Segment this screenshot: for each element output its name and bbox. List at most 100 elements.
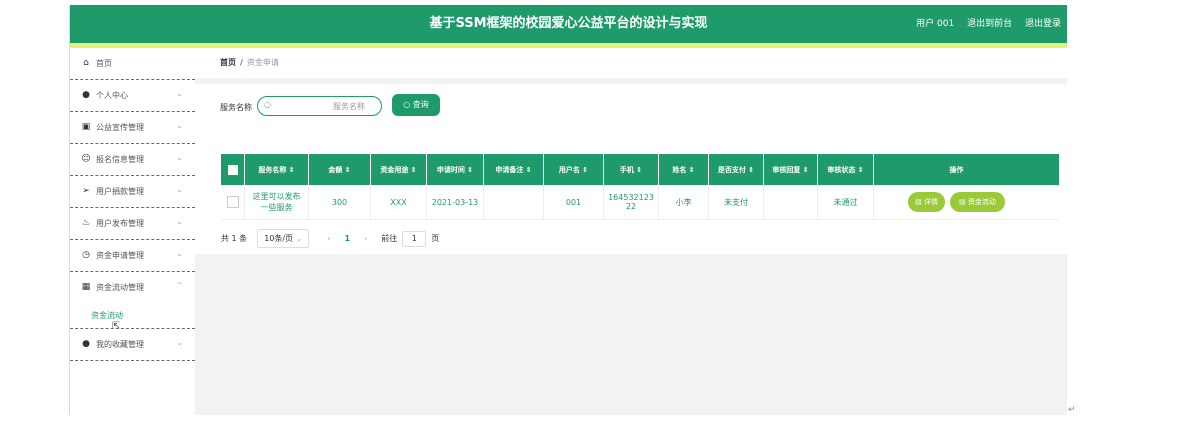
clock-icon: ◷ [82, 250, 90, 260]
detail-button-label: 详情 [924, 198, 938, 206]
cell-paid: 未支付 [709, 185, 764, 219]
logout-link[interactable]: 退出登录 [1025, 19, 1061, 29]
back-to-front-link[interactable]: 退出到前台 [967, 19, 1012, 29]
fund-flow-button[interactable]: ▤ 资金流动 [950, 192, 1005, 212]
chevron-down-icon: ⌄ [295, 234, 303, 243]
sidebar-item-fund-application[interactable]: ◷ 资金申请管理 ⌄ [70, 240, 195, 272]
sidebar-item-home[interactable]: ⌂ 首页 [70, 48, 195, 80]
chevron-down-icon: ⌄ [176, 217, 183, 226]
search-icon: ○ [264, 100, 271, 109]
chevron-down-icon: ⌄ [176, 153, 183, 162]
cell-reply [764, 185, 818, 219]
search-icon: ○ [403, 100, 413, 109]
search-label: 服务名称 [220, 103, 252, 112]
next-page-icon[interactable]: › [364, 234, 367, 243]
page-size-value: 10条/页 [264, 234, 294, 243]
column-header[interactable]: 审核状态 ⇕ [818, 154, 874, 185]
cell-amount: 300 [309, 185, 371, 219]
page-unit-label: 页 [431, 234, 440, 243]
column-header[interactable]: 申请备注 ⇕ [484, 154, 544, 185]
sidebar-subitem-fund-flow[interactable]: 资金流动 [70, 303, 195, 329]
breadcrumb: 首页 / 资金申请 [195, 48, 1067, 78]
sidebar-item-label: 报名信息管理 [96, 155, 144, 164]
mouse-cursor-icon: ⇱ [112, 321, 121, 332]
cell-actions: ▤ 详情 ▤ 资金流动 [874, 185, 1039, 219]
row-checkbox[interactable] [226, 196, 239, 208]
cell-status: 未通过 [818, 185, 874, 219]
content-panel: 服务名称 ○ 服务名称 ○ 查询 服务名称 ⇕ 金额 ⇕ 资金用途 ⇕ 申请时间… [195, 84, 1067, 254]
sidebar-item-label: 个人中心 [96, 91, 128, 100]
current-page-number[interactable]: 1 [345, 234, 351, 243]
sidebar-item-label: 用户发布管理 [96, 219, 144, 228]
chevron-down-icon: ⌄ [176, 249, 183, 258]
column-header[interactable]: 用户名 ⇕ [544, 154, 604, 185]
pagination: 共 1 条 10条/页 ⌄ ‹ 1 › 前往 1 页 [221, 229, 439, 248]
sidebar-item-label: 公益宣传管理 [96, 123, 144, 132]
cell-phone: 16453212322 [604, 185, 659, 219]
column-header[interactable]: 姓名 ⇕ [659, 154, 709, 185]
column-header[interactable]: 是否支付 ⇕ [709, 154, 764, 185]
column-header: 操作 [949, 165, 964, 174]
column-header[interactable]: 服务名称 ⇕ [245, 154, 309, 185]
select-all-checkbox[interactable] [227, 164, 238, 175]
sidebar-item-my-favorites[interactable]: ● 我的收藏管理 ⌄ [70, 329, 195, 361]
column-header[interactable]: 申请时间 ⇕ [427, 154, 484, 185]
top-header: 基于SSM框架的校园爱心公益平台的设计与实现 用户 001 退出到前台 退出登录 [70, 5, 1067, 43]
sidebar-item-user-publish[interactable]: ♨ 用户发布管理 ⌄ [70, 208, 195, 240]
cell-remark [484, 185, 544, 219]
cell-date: 2021-03-13 [427, 185, 484, 219]
sidebar-item-user-donation[interactable]: ➢ 用户捐款管理 ⌄ [70, 176, 195, 208]
search-button-label: 查询 [412, 100, 429, 109]
smile-icon: ☺ [81, 154, 91, 164]
header-actions: 用户 001 退出到前台 退出登录 [906, 5, 1061, 43]
pagination-total: 共 1 条 [221, 234, 248, 243]
search-button[interactable]: ○ 查询 [392, 94, 440, 116]
column-header[interactable]: 手机 ⇕ [604, 154, 659, 185]
ticket-icon: ▦ [81, 282, 91, 292]
table-header: 服务名称 ⇕ 金额 ⇕ 资金用途 ⇕ 申请时间 ⇕ 申请备注 ⇕ 用户名 ⇕ 手… [221, 154, 1059, 185]
sidebar-item-signup-info[interactable]: ☺ 报名信息管理 ⌄ [70, 144, 195, 176]
breadcrumb-separator: / [240, 58, 243, 67]
sidebar-item-charity-promo[interactable]: ▣ 公益宣传管理 ⌄ [70, 112, 195, 144]
sidebar-item-label: 资金流动管理 [96, 283, 144, 292]
sidebar-item-personal-center[interactable]: ● 个人中心 ⌄ [70, 80, 195, 112]
chevron-down-icon: ⌄ [176, 89, 183, 98]
page-size-select[interactable]: 10条/页 ⌄ [257, 229, 310, 248]
column-header[interactable]: 审核回复 ⇕ [764, 154, 818, 185]
row-checkbox-cell[interactable] [221, 185, 245, 219]
data-table: 服务名称 ⇕ 金额 ⇕ 资金用途 ⇕ 申请时间 ⇕ 申请备注 ⇕ 用户名 ⇕ 手… [221, 154, 1059, 220]
search-placeholder: 服务名称 [333, 102, 365, 111]
cell-usage: XXX [371, 185, 427, 219]
cell-name: 小李 [659, 185, 709, 219]
select-all-checkbox-cell[interactable] [221, 154, 245, 185]
sidebar-item-label: 用户捐款管理 [96, 187, 144, 196]
flow-icon: ▤ [959, 198, 968, 206]
sidebar-item-label: 资金申请管理 [96, 251, 144, 260]
sidebar-subitem-label: 资金流动 [91, 311, 123, 320]
chevron-down-icon: ⌄ [176, 185, 183, 194]
sidebar-item-fund-flow[interactable]: ▦ 资金流动管理 ⌃ [70, 272, 195, 303]
send-icon: ➢ [82, 186, 90, 196]
user-icon: ● [82, 90, 90, 100]
chevron-up-icon: ⌃ [176, 281, 183, 290]
goto-page-input[interactable]: 1 [402, 230, 427, 247]
cell-username: 001 [544, 185, 604, 219]
app-window: 基于SSM框架的校园爱心公益平台的设计与实现 用户 001 退出到前台 退出登录… [69, 5, 1067, 415]
breadcrumb-current: 资金申请 [246, 58, 279, 67]
table-row: 这里可以发布一些服务 300 XXX 2021-03-13 001 164532… [221, 185, 1059, 220]
search-input[interactable]: ○ 服务名称 [257, 96, 382, 116]
breadcrumb-home[interactable]: 首页 [220, 58, 236, 67]
home-icon: ⌂ [83, 58, 89, 68]
cell-service: 这里可以发布一些服务 [245, 185, 309, 219]
column-header[interactable]: 资金用途 ⇕ [371, 154, 427, 185]
prev-page-icon[interactable]: ‹ [327, 234, 330, 243]
detail-button[interactable]: ▤ 详情 [908, 192, 945, 212]
magic-icon: ♨ [81, 218, 91, 228]
sidebar-item-label: 我的收藏管理 [96, 340, 144, 349]
chevron-down-icon: ⌄ [176, 338, 183, 347]
column-header[interactable]: 金额 ⇕ [309, 154, 371, 185]
fund-flow-button-label: 资金流动 [967, 198, 996, 206]
detail-icon: ▤ [915, 198, 924, 206]
current-user: 用户 001 [916, 19, 955, 29]
main-content: 首页 / 资金申请 服务名称 ○ 服务名称 ○ 查询 服务名称 ⇕ 金额 ⇕ 资金用… [195, 48, 1067, 415]
